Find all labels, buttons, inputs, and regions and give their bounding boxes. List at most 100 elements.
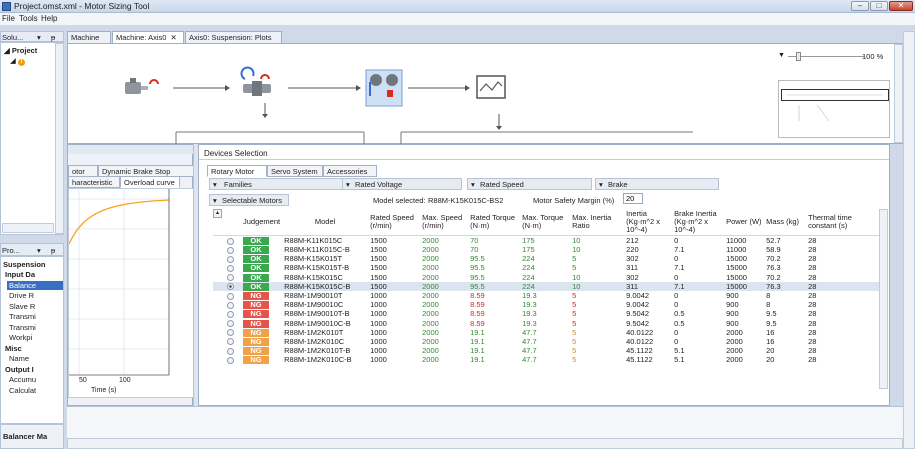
property-item[interactable]: Input Da [5, 270, 65, 279]
row-radio[interactable] [227, 338, 234, 346]
menu-file[interactable]: File [2, 14, 15, 23]
close-button[interactable]: ✕ [889, 1, 913, 11]
collapse-icon[interactable]: ◢ [4, 46, 10, 55]
col-power[interactable]: Power (W) [724, 209, 765, 236]
property-item[interactable]: Transmi [9, 323, 69, 332]
table-cell: 2000 [422, 355, 439, 365]
table-cell: 5 [572, 318, 577, 328]
table-cell: 0 [674, 272, 679, 282]
row-radio[interactable] [227, 255, 234, 263]
col-rated-torque[interactable]: Rated Torque (N·m) [468, 209, 521, 236]
col-max-torque[interactable]: Max. Torque (N·m) [520, 209, 571, 236]
plots-icon[interactable] [476, 75, 506, 99]
tab-servo-system[interactable]: Servo System [267, 165, 323, 177]
property-item[interactable]: Calculat [9, 386, 69, 395]
pin-icon[interactable]: ᵽ [51, 246, 55, 255]
main-hscrollbar[interactable] [67, 438, 903, 449]
tab-machine-axis0[interactable]: Machine: Axis0 ✕ [112, 31, 184, 43]
minimap[interactable] [778, 80, 890, 138]
minimize-button[interactable]: – [851, 1, 869, 11]
filter-brake[interactable]: ▾ Brake [595, 178, 719, 190]
solution-hscrollbar[interactable] [2, 223, 54, 233]
table-row[interactable]: OK R88M-K11K015C 1500 2000 70 175 10 212 0 11000 5… [213, 236, 883, 245]
table-row[interactable]: NG R88M-1M2K010C 1000 2000 19.1 47.7 5 40.0122 0… [213, 337, 883, 346]
col-max-speed[interactable]: Max. Speed (r/min) [420, 209, 469, 236]
row-radio[interactable] [227, 237, 234, 245]
table-row[interactable]: OK R88M-K15K015C 1500 2000 95.5 224 10 302 0 1500… [213, 273, 883, 282]
property-item[interactable]: Accumu [9, 375, 69, 384]
row-radio[interactable] [227, 347, 234, 355]
col-thermal-time[interactable]: Thermal time constant (s) [806, 209, 883, 236]
row-radio[interactable] [227, 310, 234, 318]
table-row[interactable]: NG R88M-1M2K010T-B 1000 2000 19.1 47.7 5 45.112… [213, 346, 883, 356]
table-cell: 5 [572, 355, 577, 365]
table-scrollbar[interactable] [879, 209, 888, 389]
tab-overload-curve[interactable]: Overload curve [120, 176, 180, 188]
judgement-badge: NG [243, 319, 269, 328]
tab-rotary-motor[interactable]: Rotary Motor [207, 165, 267, 177]
canvas-scrollbar[interactable] [894, 44, 903, 143]
chevron-down-icon[interactable]: ▼ [778, 52, 785, 59]
table-cell: 900 [726, 318, 739, 328]
chevron-down-icon[interactable]: ▾ [37, 246, 41, 255]
col-judgement[interactable]: Judgement [241, 209, 283, 236]
row-radio[interactable] [227, 264, 234, 272]
col-model[interactable]: Model [282, 209, 369, 236]
menu-help[interactable]: Help [41, 14, 57, 23]
row-radio[interactable] [227, 292, 234, 300]
col-max-inertia-ratio[interactable]: Max. Inertia Ratio [570, 209, 625, 236]
row-radio[interactable] [227, 320, 234, 328]
table-row[interactable]: NG R88M-1M90010C 1000 2000 8.59 19.3 5 9.0042 0 9… [213, 300, 883, 310]
property-item[interactable]: Slave R [9, 302, 69, 311]
property-item[interactable]: Output I [5, 365, 65, 374]
table-row[interactable]: OK R88M-K15K015T 1500 2000 95.5 224 5 302 0 15000… [213, 254, 883, 264]
property-item[interactable]: Name [9, 354, 69, 363]
table-row[interactable]: OK R88M-K11K015C-B 1500 2000 70 175 10 220 7.1 11… [213, 245, 883, 255]
tab-machine[interactable]: Machine [67, 31, 111, 43]
property-item[interactable]: Misc [5, 344, 65, 353]
filter-rated-speed[interactable]: ▾ Rated Speed [467, 178, 592, 190]
tab-suspension-plots[interactable]: Axis0: Suspension: Plots [185, 31, 282, 43]
col-mass[interactable]: Mass (kg) [764, 209, 807, 236]
table-cell: 5 [572, 300, 577, 310]
pin-icon[interactable]: ᵽ [51, 33, 55, 42]
col-inertia[interactable]: Inertia (Kg·m^2 x 10^-4) [624, 209, 673, 236]
coupling-icon[interactable] [240, 66, 271, 96]
selectable-motors-toggle[interactable]: ▾ Selectable Motors [209, 194, 289, 206]
filter-families[interactable]: ▾ Families [209, 178, 349, 190]
property-item[interactable]: Workpi [9, 333, 69, 342]
table-row[interactable]: NG R88M-1M90010T-B 1000 2000 8.59 19.3 5 9.5042… [213, 309, 883, 319]
table-row[interactable]: NG R88M-1M2K010T 1000 2000 19.1 47.7 5 40.0122 0… [213, 328, 883, 337]
collapse-icon[interactable]: ◢ [10, 56, 16, 65]
chevron-down-icon[interactable]: ▾ [37, 33, 41, 42]
close-icon[interactable]: ✕ [171, 33, 177, 42]
splitter[interactable] [193, 144, 198, 406]
property-item[interactable]: Balance [7, 280, 63, 290]
property-item[interactable]: Drive R [9, 291, 69, 300]
maximize-button[interactable]: □ [870, 1, 888, 11]
row-radio[interactable] [227, 356, 234, 364]
row-radio[interactable] [227, 283, 234, 291]
row-radio[interactable] [227, 274, 234, 282]
motor-icon[interactable] [125, 78, 159, 94]
property-item[interactable]: Transmi [9, 312, 69, 321]
suspension-icon[interactable] [365, 69, 403, 107]
solution-scrollbar[interactable] [55, 43, 64, 234]
col-brake-inertia[interactable]: Brake Inertia (Kg·m^2 x 10^-4) [672, 209, 725, 236]
menu-tools[interactable]: Tools [19, 14, 38, 23]
tab-accessories[interactable]: Accessories [323, 165, 377, 177]
table-row[interactable]: OK R88M-K15K015C-B 1500 2000 95.5 224 10 311 7.1… [213, 281, 883, 291]
filter-rated-voltage[interactable]: ▾ Rated Voltage [342, 178, 462, 190]
main-vscrollbar[interactable] [903, 31, 915, 449]
row-radio[interactable] [227, 301, 234, 309]
zoom-slider-thumb[interactable] [796, 52, 801, 61]
col-rated-speed[interactable]: Rated Speed (r/min) [368, 209, 421, 236]
row-radio[interactable] [227, 246, 234, 254]
table-row[interactable]: NG R88M-1M2K010C-B 1000 2000 19.1 47.7 5 45.112… [213, 355, 883, 365]
table-row[interactable]: NG R88M-1M90010T 1000 2000 8.59 19.3 5 9.0042 0 9… [213, 291, 883, 301]
table-row[interactable]: NG R88M-1M90010C-B 1000 2000 8.59 19.3 5 9.5042… [213, 319, 883, 328]
safety-margin-input[interactable] [623, 193, 643, 204]
table-row[interactable]: OK R88M-K15K015T-B 1500 2000 95.5 224 5 311 7.1 1… [213, 263, 883, 273]
tab-characteristic[interactable]: haracteristic [68, 176, 120, 188]
row-radio[interactable] [227, 329, 234, 337]
